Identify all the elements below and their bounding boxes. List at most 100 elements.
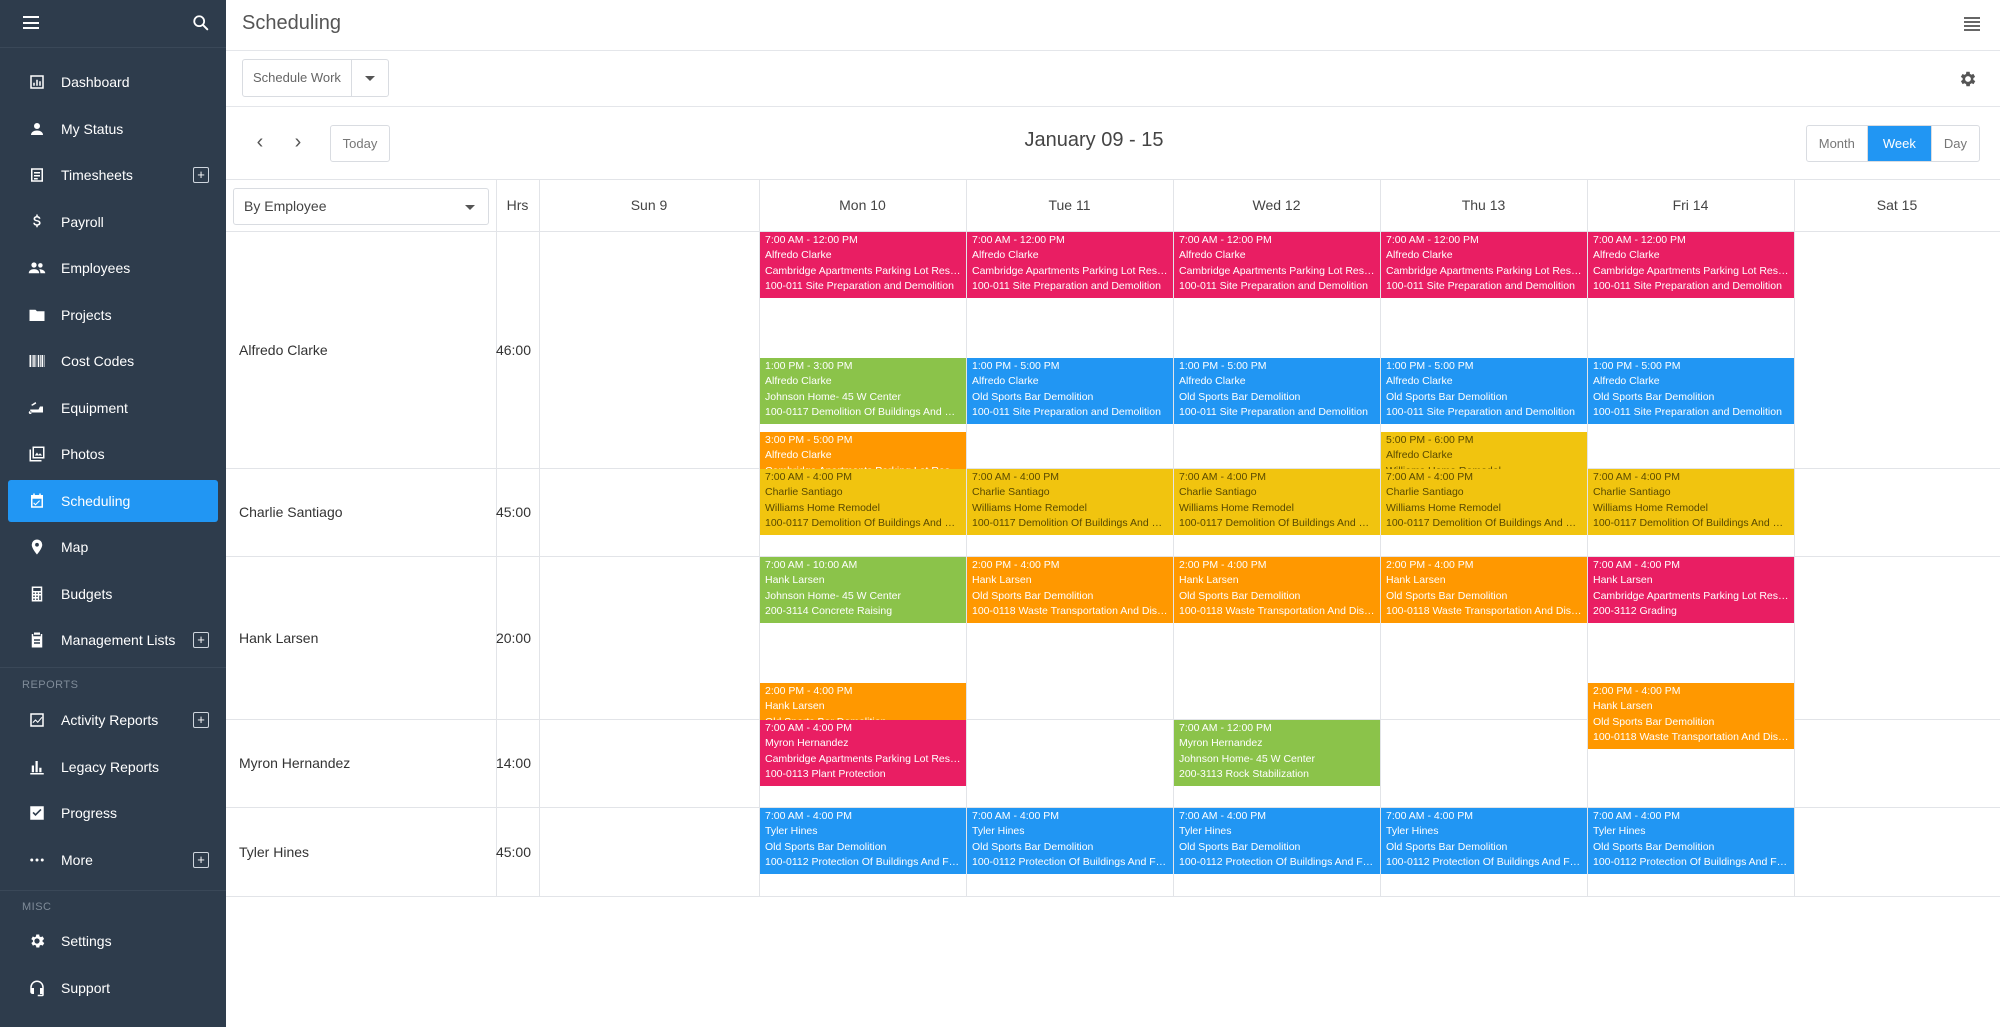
schedule-event[interactable]: 2:00 PM - 4:00 PM Hank Larsen Old Sports B… bbox=[1588, 683, 1794, 749]
gear-icon[interactable] bbox=[1958, 69, 1978, 89]
schedule-event[interactable]: 7:00 AM - 4:00 PM Hank Larsen Cambridge Ap… bbox=[1588, 557, 1794, 623]
schedule-event[interactable]: 2:00 PM - 4:00 PM Hank Larsen Old Sports B… bbox=[967, 557, 1173, 623]
event-time: 2:00 PM - 4:00 PM bbox=[1593, 685, 1681, 697]
employee-name: Charlie Santiago bbox=[239, 504, 343, 520]
grid-column-line bbox=[1794, 179, 1795, 896]
sidebar-item-label: Activity Reports bbox=[61, 712, 159, 728]
group-by-select[interactable]: By Employee bbox=[233, 188, 489, 225]
event-code: 100-0117 Demolition Of Buildings And Fou… bbox=[1179, 516, 1375, 529]
equipment-icon bbox=[27, 398, 47, 418]
schedule-event[interactable]: 7:00 AM - 4:00 PM Myron Hernandez Cambridg… bbox=[760, 720, 966, 786]
day-header: Thu 13 bbox=[1461, 197, 1506, 213]
schedule-event[interactable]: 7:00 AM - 4:00 PM Charlie Santiago William… bbox=[760, 469, 966, 535]
sidebar-item-timesheets[interactable]: Timesheets + bbox=[8, 154, 218, 196]
event-person: Charlie Santiago bbox=[1179, 486, 1257, 499]
sidebar-item-support[interactable]: Support bbox=[8, 967, 218, 1009]
sidebar-divider bbox=[0, 890, 226, 891]
add-plus-icon[interactable]: + bbox=[193, 851, 209, 868]
schedule-event[interactable]: 1:00 PM - 3:00 PM Alfredo Clarke Johnson H… bbox=[760, 358, 966, 424]
schedule-event[interactable]: 7:00 AM - 4:00 PM Tyler Hines Old Sports B… bbox=[760, 808, 966, 874]
sidebar-item-payroll[interactable]: Payroll bbox=[8, 201, 218, 243]
sidebar-item-equipment[interactable]: Equipment bbox=[8, 387, 218, 429]
schedule-event[interactable]: 7:00 AM - 4:00 PM Charlie Santiago William… bbox=[1381, 469, 1587, 535]
view-day-button[interactable]: Day bbox=[1930, 126, 1979, 161]
add-plus-icon[interactable]: + bbox=[193, 712, 209, 728]
schedule-event[interactable]: 7:00 AM - 4:00 PM Tyler Hines Old Sports B… bbox=[967, 808, 1173, 874]
schedule-event[interactable]: 7:00 AM - 12:00 PM Alfredo Clarke Cambridg… bbox=[1381, 232, 1587, 298]
view-week-button[interactable]: Week bbox=[1866, 126, 1931, 161]
schedule-event[interactable]: 7:00 AM - 12:00 PM Alfredo Clarke Cambridg… bbox=[760, 232, 966, 298]
event-code: 100-011 Site Preparation and Demolition bbox=[1179, 279, 1368, 292]
folder-icon bbox=[27, 305, 47, 325]
schedule-event[interactable]: 1:00 PM - 5:00 PM Alfredo Clarke Old Sport… bbox=[1174, 358, 1380, 424]
schedule-work-dropdown[interactable] bbox=[352, 60, 388, 96]
schedule-event[interactable]: 7:00 AM - 4:00 PM Tyler Hines Old Sports B… bbox=[1588, 808, 1794, 874]
schedule-event[interactable]: 7:00 AM - 4:00 PM Charlie Santiago William… bbox=[1588, 469, 1794, 535]
event-time: 2:00 PM - 4:00 PM bbox=[1179, 559, 1267, 571]
sidebar-item-my-status[interactable]: My Status bbox=[8, 108, 218, 150]
event-code: 100-0117 Demolition Of Buildings And Fou… bbox=[765, 405, 961, 418]
chevron-down-icon bbox=[465, 205, 475, 210]
sidebar-item-dashboard[interactable]: Dashboard bbox=[8, 61, 218, 103]
sidebar-item-label: My Status bbox=[61, 120, 124, 137]
event-time: 7:00 AM - 4:00 PM bbox=[765, 722, 852, 734]
schedule-event[interactable]: 7:00 AM - 12:00 PM Myron Hernandez Johnson… bbox=[1174, 720, 1380, 786]
schedule-event[interactable]: 7:00 AM - 4:00 PM Tyler Hines Old Sports B… bbox=[1381, 808, 1587, 874]
event-time: 7:00 AM - 12:00 PM bbox=[972, 234, 1065, 246]
sidebar-item-more[interactable]: More + bbox=[8, 839, 218, 881]
event-person: Alfredo Clarke bbox=[1179, 375, 1246, 388]
event-project: Old Sports Bar Demolition bbox=[972, 589, 1094, 602]
sidebar-item-settings[interactable]: Settings bbox=[8, 920, 218, 962]
schedule-event[interactable]: 2:00 PM - 4:00 PM Hank Larsen Old Sports B… bbox=[1381, 557, 1587, 623]
add-plus-icon[interactable]: + bbox=[193, 632, 209, 648]
view-month-button[interactable]: Month bbox=[1807, 126, 1867, 161]
event-project: Cambridge Apartments Parking Lot Resurfa… bbox=[765, 264, 961, 277]
event-code: 100-0118 Waste Transportation And Dispos… bbox=[1593, 730, 1789, 743]
sidebar-item-budgets[interactable]: Budgets bbox=[8, 573, 218, 615]
event-time: 7:00 AM - 10:00 AM bbox=[765, 559, 858, 571]
dashboard-icon bbox=[27, 72, 47, 92]
sidebar-item-projects[interactable]: Projects bbox=[8, 294, 218, 336]
sidebar-item-label: Payroll bbox=[61, 213, 104, 230]
event-project: Johnson Home- 45 W Center bbox=[765, 589, 901, 602]
event-code: 100-0112 Protection Of Buildings And Fac… bbox=[972, 855, 1168, 868]
schedule-event[interactable]: 1:00 PM - 5:00 PM Alfredo Clarke Old Sport… bbox=[967, 358, 1173, 424]
sidebar-item-activity-reports[interactable]: Activity Reports + bbox=[8, 699, 218, 741]
sidebar-item-progress[interactable]: Progress bbox=[8, 792, 218, 834]
employee-hours: 46:00 bbox=[495, 341, 532, 358]
event-project: Old Sports Bar Demolition bbox=[972, 840, 1094, 853]
schedule-event[interactable]: 1:00 PM - 5:00 PM Alfredo Clarke Old Sport… bbox=[1588, 358, 1794, 424]
sidebar-item-map[interactable]: Map bbox=[8, 526, 218, 568]
sidebar-item-scheduling[interactable]: Scheduling bbox=[8, 479, 218, 522]
page-header: Scheduling bbox=[226, 0, 2000, 51]
add-plus-icon[interactable]: + bbox=[193, 167, 209, 183]
sidebar-item-label: Support bbox=[61, 979, 111, 996]
schedule-event[interactable]: 7:00 AM - 12:00 PM Alfredo Clarke Cambridg… bbox=[1174, 232, 1380, 298]
schedule-event[interactable]: 7:00 AM - 4:00 PM Charlie Santiago William… bbox=[967, 469, 1173, 535]
hamburger-menu-icon[interactable] bbox=[23, 16, 39, 29]
sidebar-item-management-lists[interactable]: Management Lists + bbox=[8, 619, 218, 661]
event-code: 100-0117 Demolition Of Buildings And Fou… bbox=[765, 516, 961, 529]
event-time: 7:00 AM - 12:00 PM bbox=[1386, 234, 1479, 246]
schedule-event[interactable]: 7:00 AM - 4:00 PM Charlie Santiago William… bbox=[1174, 469, 1380, 535]
event-time: 2:00 PM - 4:00 PM bbox=[1386, 559, 1474, 571]
search-icon[interactable] bbox=[192, 14, 210, 32]
schedule-event[interactable]: 1:00 PM - 5:00 PM Alfredo Clarke Old Sport… bbox=[1381, 358, 1587, 424]
schedule-event[interactable]: 2:00 PM - 4:00 PM Hank Larsen Old Sports B… bbox=[1174, 557, 1380, 623]
event-code: 200-3114 Concrete Raising bbox=[765, 604, 893, 617]
schedule-work-label[interactable]: Schedule Work bbox=[243, 60, 352, 96]
sidebar-item-photos[interactable]: Photos bbox=[8, 433, 218, 475]
schedule-event[interactable]: 7:00 AM - 12:00 PM Alfredo Clarke Cambridg… bbox=[1588, 232, 1794, 298]
schedule-work-button[interactable]: Schedule Work bbox=[242, 59, 389, 97]
schedule-event[interactable]: 7:00 AM - 12:00 PM Alfredo Clarke Cambridg… bbox=[967, 232, 1173, 298]
grid-row-line bbox=[226, 896, 2000, 897]
schedule-event[interactable]: 7:00 AM - 10:00 AM Hank Larsen Johnson Hom… bbox=[760, 557, 966, 623]
event-time: 2:00 PM - 4:00 PM bbox=[765, 685, 853, 697]
list-view-icon[interactable] bbox=[1964, 17, 1980, 31]
sidebar-item-cost-codes[interactable]: Cost Codes bbox=[8, 340, 218, 382]
schedule-event[interactable]: 7:00 AM - 4:00 PM Tyler Hines Old Sports B… bbox=[1174, 808, 1380, 874]
sidebar-item-employees[interactable]: Employees bbox=[8, 247, 218, 289]
event-time: 7:00 AM - 12:00 PM bbox=[1179, 234, 1272, 246]
sidebar-item-legacy-reports[interactable]: Legacy Reports bbox=[8, 746, 218, 788]
event-person: Myron Hernandez bbox=[765, 737, 849, 750]
